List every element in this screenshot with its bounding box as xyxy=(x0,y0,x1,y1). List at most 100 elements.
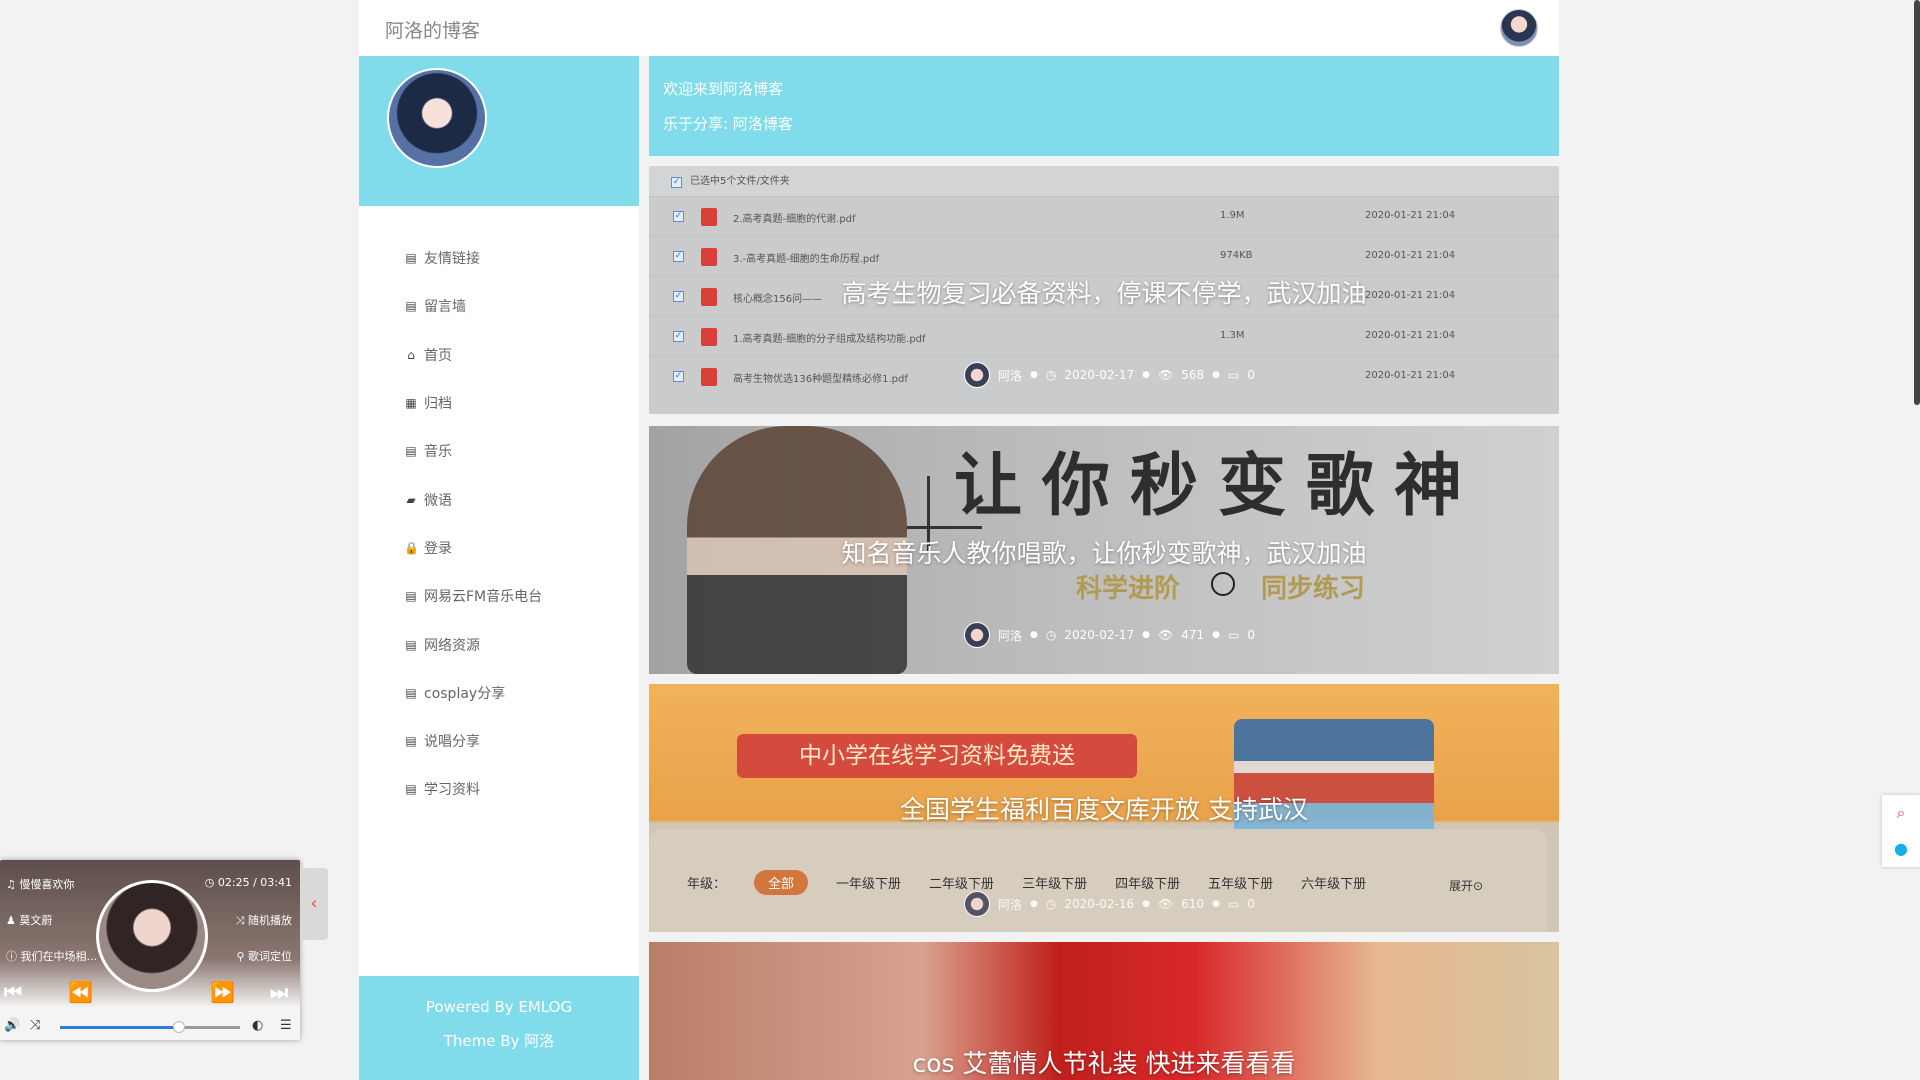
info-icon: ⓘ xyxy=(6,950,17,963)
chevron-down-icon: ⊙ xyxy=(1473,879,1484,893)
file-list-header: ✓ 已选中5个文件/文件夹 xyxy=(649,166,1559,196)
pdf-icon xyxy=(701,328,717,346)
post-views: 610 xyxy=(1181,897,1205,911)
sidebar-item-archive[interactable]: ▦ 归档 xyxy=(359,379,639,427)
qq-icon[interactable]: ● xyxy=(1882,831,1920,867)
skip-back-icon[interactable]: ⏮ xyxy=(4,980,22,1004)
top-header: 阿洛的博客 xyxy=(359,0,1559,56)
home-icon: ⌂ xyxy=(407,347,415,362)
blog-avatar xyxy=(387,68,487,168)
check-icon: ✓ xyxy=(673,371,684,382)
post-card[interactable]: 让你秒变歌神 科学进阶 同步练习 知名音乐人教你唱歌，让你秒变歌神，武汉加油 阿… xyxy=(649,426,1559,674)
volume-icon[interactable]: 🔊 xyxy=(4,1018,20,1033)
sidebar-item-guestbook[interactable]: ▤ 留言墙 xyxy=(359,282,639,330)
sidebar-item-microblog[interactable]: ▰ 微语 xyxy=(359,475,639,523)
sidebar-item-resources[interactable]: ▤ 网络资源 xyxy=(359,620,639,668)
welcome-banner: 欢迎来到阿洛博客 乐于分享: 阿洛博客 xyxy=(649,56,1559,156)
post-title[interactable]: 全国学生福利百度文库开放 支持武汉 xyxy=(649,790,1559,826)
post-date: 2020-02-17 xyxy=(1064,628,1135,642)
expand-label: 展开⊙ xyxy=(1449,879,1484,893)
shuffle-icon[interactable]: ⤨ xyxy=(30,1018,40,1033)
file-row: ✓ 3.-高考真题-细胞的生命历程.pdf 974KB 2020-01-21 21:0… xyxy=(649,236,1559,276)
progress-fill xyxy=(60,1026,179,1029)
grade-option: 五年级下册 xyxy=(1208,877,1274,892)
doc-icon: ▤ xyxy=(405,637,417,652)
sidebar-item-cosplay[interactable]: ▤ cosplay分享 xyxy=(359,669,639,717)
sidebar-item-music[interactable]: ▤ 音乐 xyxy=(359,427,639,475)
sidebar: ▤ 友情链接 ▤ 留言墙 ⌂ 首页 ▦ 归档 ▤ 音乐 ▰ 微语 🔒 登录 ▤ 网易云FM音乐电… xyxy=(359,56,639,1080)
separator-dot: ● xyxy=(1212,370,1220,380)
comment-icon: ▭ xyxy=(1227,368,1240,382)
doc-icon: ▤ xyxy=(405,685,417,700)
grade-option: 全部 xyxy=(754,870,809,895)
separator-dot: ● xyxy=(1212,899,1220,909)
doc-icon: ▤ xyxy=(405,782,417,797)
circle-icon xyxy=(1211,572,1235,596)
grade-label: 年级： xyxy=(687,877,727,892)
separator-dot: ● xyxy=(1212,630,1220,640)
post-title[interactable]: 高考生物复习必备资料，停课不停学，武汉加油 xyxy=(649,274,1559,310)
player-collapse-button[interactable]: ‹ xyxy=(300,868,328,940)
check-icon: ✓ xyxy=(671,177,682,188)
sidebar-hero xyxy=(359,56,639,206)
sidebar-item-login[interactable]: 🔒 登录 xyxy=(359,524,639,572)
post-card[interactable]: 中小学在线学习资料免费送 年级： 全部 一年级下册 二年级下册 三年级下册 四年… xyxy=(649,684,1559,932)
shuffle-mode[interactable]: ⤨ 随机播放 xyxy=(236,912,292,928)
post-date: 2020-02-17 xyxy=(1064,368,1135,382)
cover-headline: 让你秒变歌神 xyxy=(954,446,1483,526)
progress-knob[interactable] xyxy=(172,1021,185,1033)
post-card[interactable]: ✓ 已选中5个文件/文件夹 ✓ 2.高考真题-细胞的代谢.pdf 1.9M 2020-0… xyxy=(649,166,1559,414)
search-icon[interactable]: ⌕ xyxy=(1882,795,1920,831)
lyric-line: ⓘ 我们在中场相... xyxy=(6,950,97,963)
rewind-icon[interactable]: ⏪ xyxy=(68,980,93,1004)
grade-option: 二年级下册 xyxy=(929,877,995,892)
post-comments: 0 xyxy=(1247,628,1255,642)
post-card[interactable]: cos 艾蕾情人节礼装 快进来看看看 xyxy=(649,942,1559,1080)
welcome-line: 欢迎来到阿洛博客 xyxy=(663,80,784,98)
user-icon: ♟ xyxy=(6,914,16,927)
music-player: ♫ 慢慢喜欢你 ♟ 莫文蔚 ⓘ 我们在中场相... ◷ 02:25 / 03:4… xyxy=(0,860,300,1040)
pin-icon: ⚲ xyxy=(236,950,245,963)
sidebar-item-home[interactable]: ⌂ 首页 xyxy=(359,331,639,379)
sidebar-item-rap[interactable]: ▤ 说唱分享 xyxy=(359,717,639,765)
sidebar-nav: ▤ 友情链接 ▤ 留言墙 ⌂ 首页 ▦ 归档 ▤ 音乐 ▰ 微语 🔒 登录 ▤ 网易云FM音乐电… xyxy=(359,206,639,814)
author-name[interactable]: 阿洛 xyxy=(998,627,1022,644)
chat-icon: ▰ xyxy=(406,492,416,507)
scrollbar[interactable] xyxy=(1914,0,1920,405)
author-avatar xyxy=(964,362,990,388)
post-views: 471 xyxy=(1181,628,1205,642)
eye-icon: 👁 xyxy=(1157,368,1174,382)
file-row: ✓ 2.高考真题-细胞的代谢.pdf 1.9M 2020-01-21 21:04 xyxy=(649,196,1559,236)
separator-dot: ● xyxy=(1142,899,1150,909)
author-name[interactable]: 阿洛 xyxy=(998,896,1022,913)
post-comments: 0 xyxy=(1247,368,1255,382)
lyric-locate[interactable]: ⚲ 歌词定位 xyxy=(236,948,292,964)
comment-icon: ▭ xyxy=(1227,628,1240,642)
progress-bar[interactable] xyxy=(60,1021,240,1033)
user-avatar[interactable] xyxy=(1500,9,1538,47)
sidebar-item-links[interactable]: ▤ 友情链接 xyxy=(359,234,639,282)
sidebar-item-netease-fm[interactable]: ▤ 网易云FM音乐电台 xyxy=(359,572,639,620)
post-title[interactable]: 知名音乐人教你唱歌，让你秒变歌神，武汉加油 xyxy=(649,534,1559,570)
site-title[interactable]: 阿洛的博客 xyxy=(385,16,480,43)
grade-option: 六年级下册 xyxy=(1301,877,1367,892)
powered-by[interactable]: Powered By EMLOG xyxy=(359,998,639,1016)
cover-banner: 中小学在线学习资料免费送 xyxy=(737,734,1137,778)
separator-dot: ● xyxy=(1030,899,1038,909)
post-meta: 阿洛 ● ◷ 2020-02-17 ● 👁 568 ● ▭ 0 xyxy=(964,362,1255,388)
theme-by[interactable]: Theme By 阿洛 xyxy=(359,1030,639,1051)
separator-dot: ● xyxy=(1142,370,1150,380)
clock-icon: ◷ xyxy=(1045,368,1057,382)
slogan-line: 乐于分享: 阿洛博客 xyxy=(663,115,793,133)
toggle-icon[interactable]: ◐ xyxy=(252,1018,263,1033)
music-note-icon: ♫ xyxy=(6,878,16,891)
post-title[interactable]: cos 艾蕾情人节礼装 快进来看看看 xyxy=(649,1044,1559,1080)
sidebar-item-study[interactable]: ▤ 学习资料 xyxy=(359,765,639,813)
list-icon[interactable]: ☰ xyxy=(280,1018,292,1033)
skip-forward-icon[interactable]: ⏭ xyxy=(270,980,288,1004)
doc-icon: ▤ xyxy=(405,589,417,604)
doc-icon: ▤ xyxy=(405,734,417,749)
separator-dot: ● xyxy=(1142,630,1150,640)
author-name[interactable]: 阿洛 xyxy=(998,367,1022,384)
fast-forward-icon[interactable]: ⏩ xyxy=(210,980,235,1004)
